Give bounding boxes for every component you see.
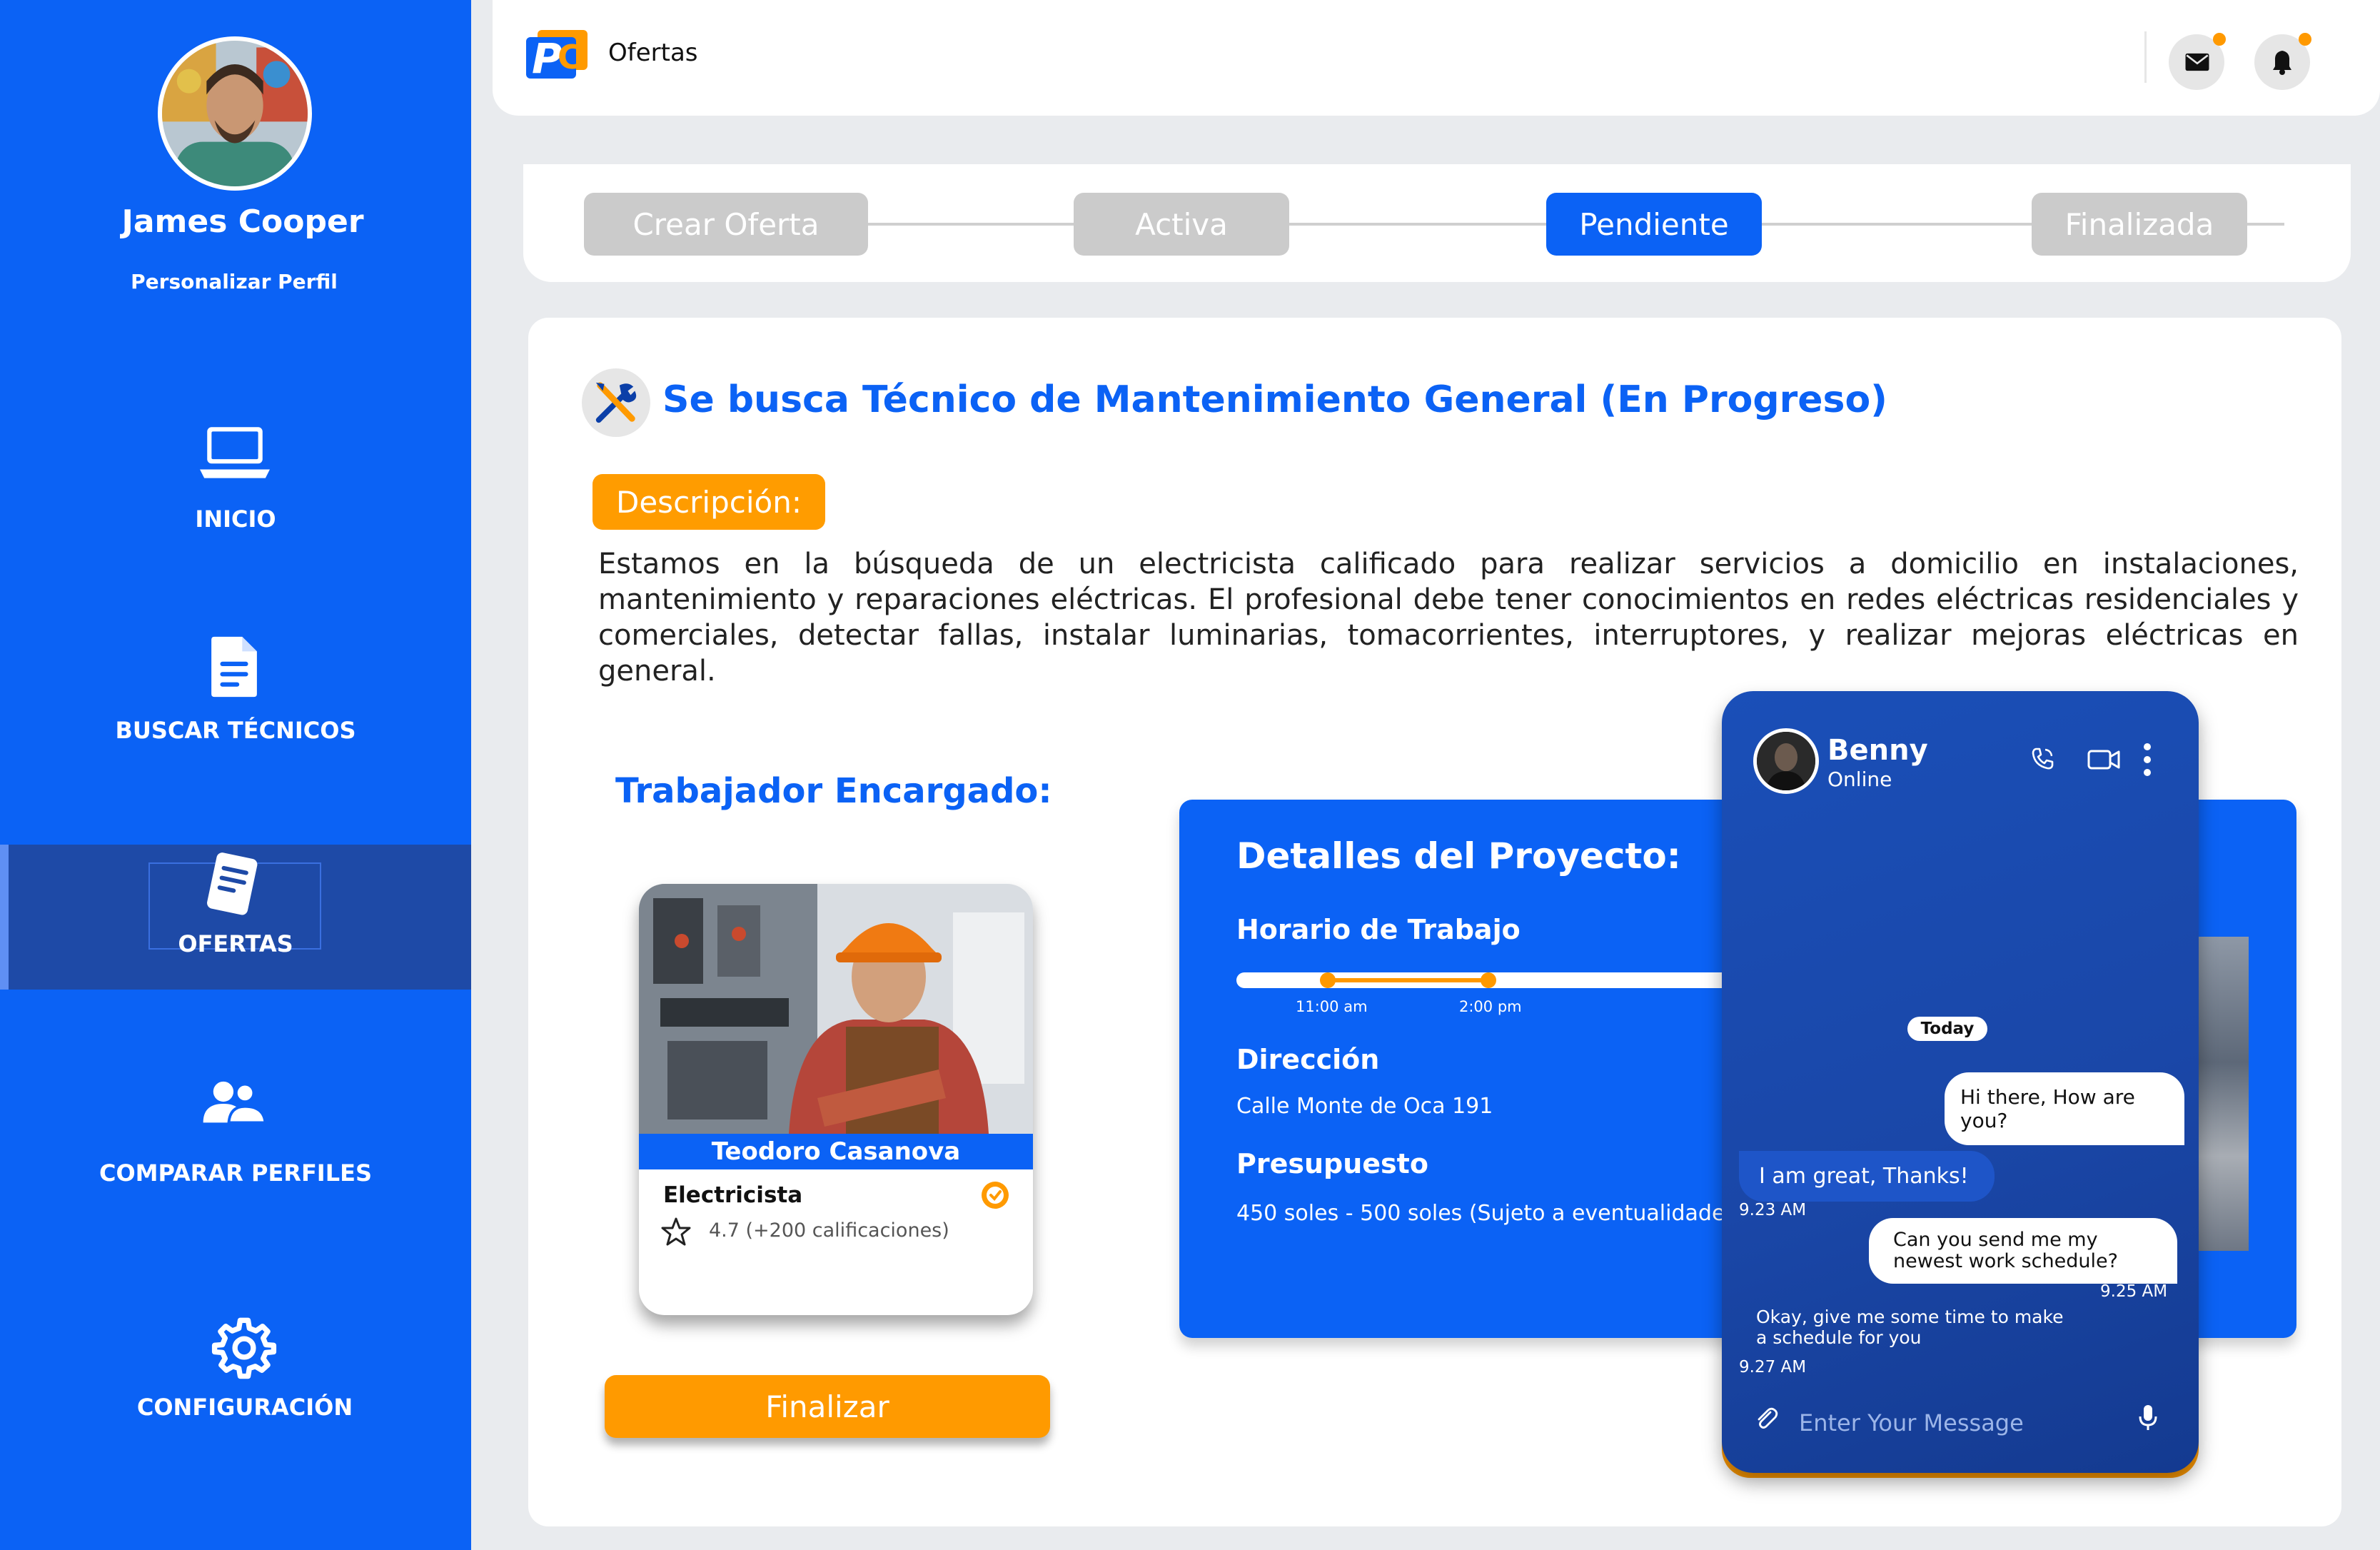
worker-name: Teodoro Casanova [639,1134,1033,1169]
note-icon [207,852,258,915]
nav-label: INICIO [195,505,276,533]
offer-description: Estamos en la búsqueda de un electricist… [598,548,2299,688]
users-icon [203,1081,267,1124]
map-preview [2192,937,2249,1251]
worker-rating: 4.7 (+200 calificaciones) [709,1219,949,1242]
nav-item-configuracion[interactable]: CONFIGURACIÓN [0,1314,490,1442]
details-title: Detalles del Proyecto: [1236,835,1681,877]
mail-notification-dot [2213,33,2226,46]
chat-contact-status: Online [1827,768,1892,791]
more-vertical-icon[interactable] [2143,743,2152,777]
user-avatar[interactable] [158,36,312,191]
contact-photo [1757,732,1815,790]
end-time: 2:00 pm [1459,998,1522,1015]
message-time: 9.23 AM [1739,1201,1807,1219]
bell-icon [2273,51,2291,75]
chat-message-incoming: Okay, give me some time to make a schedu… [1756,1307,2064,1348]
nav-item-ofertas[interactable]: OFERTAS [0,845,471,990]
step-finalizada[interactable]: Finalizada [2032,193,2247,256]
budget-value: 450 soles - 500 soles (Sujeto a eventual… [1236,1201,1737,1226]
verified-icon [982,1182,1009,1209]
laptop-icon [200,427,270,478]
chat-message-incoming: I am great, Thanks! [1739,1151,1995,1202]
description-label: Descripción: [593,474,825,530]
mic-icon[interactable] [2139,1404,2157,1431]
worker-card[interactable]: Teodoro Casanova Electricista 4.7 (+200 … [639,884,1033,1315]
chat-message-outgoing: Can you send me my newest work schedule? [1869,1218,2177,1284]
nav-item-buscar-tecnicos[interactable]: BUSCAR TÉCNICOS [0,628,471,757]
schedule-label: Horario de Trabajo [1236,914,1521,945]
gear-icon [211,1317,277,1379]
app-logo: P C [526,30,588,81]
chat-contact-name: Benny [1827,734,1928,767]
nav-item-comparar-perfiles[interactable]: COMPARAR PERFILES [0,1071,471,1199]
top-header [493,0,2380,116]
message-time: 9.27 AM [1739,1358,1807,1377]
title-icon-badge [582,368,650,437]
budget-label: Presupuesto [1236,1148,1428,1179]
mail-icon [2185,53,2209,71]
schedule-start-handle[interactable] [1320,972,1336,988]
finalize-button[interactable]: Finalizar [605,1375,1050,1438]
step-activa[interactable]: Activa [1074,193,1289,256]
user-name: James Cooper [121,203,364,240]
step-pendiente[interactable]: Pendiente [1546,193,1762,256]
nav-label: CONFIGURACIÓN [136,1394,353,1421]
nav-item-inicio[interactable]: INICIO [0,414,471,543]
video-icon[interactable] [2087,748,2120,771]
worker-role: Electricista [663,1182,803,1208]
paperclip-icon[interactable] [1755,1406,1779,1431]
message-time: 9.20 AM [2110,1124,2178,1142]
avatar-photo [162,41,308,186]
start-time: 11:00 am [1296,998,1368,1015]
customize-profile-link[interactable]: Personalizar Perfil [0,270,468,293]
header-divider [2144,31,2147,83]
nav-label: COMPARAR PERFILES [99,1159,372,1187]
step-crear-oferta[interactable]: Crear Oferta [584,193,868,256]
notifications-dot [2299,33,2311,46]
nav-label: OFERTAS [178,930,293,957]
chat-day-separator: Today [1907,1017,1987,1041]
star-icon [661,1217,691,1246]
worker-photo [639,884,1033,1134]
chat-message-input[interactable]: Enter Your Message [1799,1409,2024,1436]
nav-label: BUSCAR TÉCNICOS [115,717,356,744]
worker-heading: Trabajador Encargado: [615,771,1052,811]
message-time: 9.25 AM [2100,1282,2168,1301]
svg-text:C: C [558,38,582,76]
address-value: Calle Monte de Oca 191 [1236,1094,1493,1119]
chat-contact-avatar[interactable] [1753,728,1819,794]
schedule-range-fill [1328,978,1488,982]
page-title: Ofertas [608,39,698,67]
phone-icon[interactable] [2030,747,2054,771]
tools-icon [595,382,637,423]
document-icon [211,636,257,698]
schedule-end-handle[interactable] [1481,972,1496,988]
offer-title: Se busca Técnico de Mantenimiento Genera… [662,378,1887,421]
address-label: Dirección [1236,1044,1380,1075]
